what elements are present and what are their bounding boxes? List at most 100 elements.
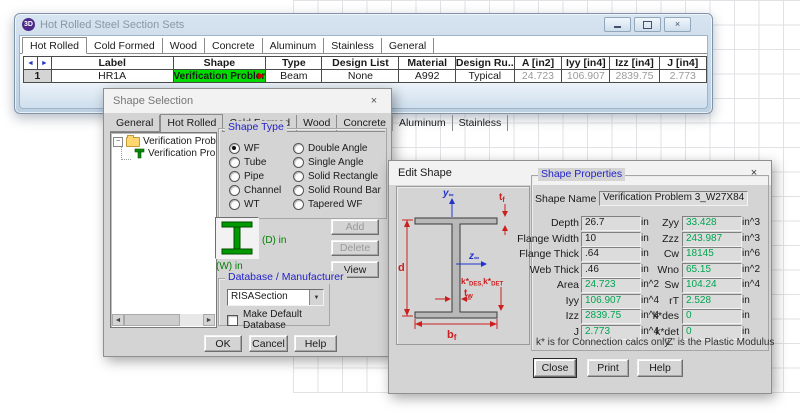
- delete-button[interactable]: Delete: [331, 240, 379, 256]
- close-dialog-button[interactable]: Close: [534, 359, 576, 377]
- tab-stainless[interactable]: Stainless: [324, 38, 382, 53]
- folder-icon: [126, 137, 140, 147]
- cell-material[interactable]: A992: [399, 70, 455, 83]
- radio-wf[interactable]: WF: [229, 143, 260, 154]
- row-number-cell[interactable]: 1: [24, 70, 52, 83]
- ok-button[interactable]: OK: [204, 335, 242, 352]
- cell-shape[interactable]: Verification Probler ▶: [173, 70, 266, 83]
- risa-3d-icon: 3D: [22, 18, 35, 31]
- col-header-design-list[interactable]: Design List: [322, 57, 399, 70]
- cell-type[interactable]: Beam: [266, 70, 322, 83]
- tab-ss-hot-rolled[interactable]: Hot Rolled: [160, 114, 223, 132]
- maximize-button[interactable]: [634, 17, 661, 32]
- maximize-icon: [643, 21, 652, 29]
- radio-pipe[interactable]: Pipe: [229, 171, 264, 182]
- radio-tube[interactable]: Tube: [229, 157, 266, 168]
- record-nav-cell: ◄ ►: [24, 57, 52, 70]
- col-header-a[interactable]: A [in2]: [514, 57, 562, 70]
- cell-design-list[interactable]: None: [322, 70, 399, 83]
- depth-field[interactable]: 26.7: [581, 216, 641, 231]
- iyy-field[interactable]: 106.907: [581, 294, 641, 309]
- shape-name-field[interactable]: Verification Problem 3_W27X84: [599, 191, 748, 206]
- kdes-label: k*des: [641, 310, 679, 322]
- close-button[interactable]: ×: [664, 17, 691, 32]
- record-next-icon[interactable]: ►: [38, 57, 51, 69]
- col-header-izz[interactable]: Izz [in4]: [610, 57, 659, 70]
- col-header-design-rule[interactable]: Design Ru..: [455, 57, 514, 70]
- tab-aluminum[interactable]: Aluminum: [263, 38, 325, 53]
- radio-wf-icon: [229, 143, 240, 154]
- radio-single-angle[interactable]: Single Angle: [293, 157, 364, 168]
- preview-depth-label: (D) in: [262, 235, 286, 246]
- rt-field[interactable]: 2.528: [682, 294, 742, 309]
- shape-properties-label: Shape Properties: [538, 168, 625, 181]
- tab-concrete[interactable]: Concrete: [205, 38, 263, 53]
- print-button[interactable]: Print: [587, 359, 629, 377]
- cell-label[interactable]: HR1A: [51, 70, 173, 83]
- tab-general[interactable]: General: [382, 38, 434, 53]
- make-default-label: Make Default Database: [243, 309, 329, 331]
- help-dialog-button[interactable]: Help: [637, 359, 683, 377]
- col-header-type[interactable]: Type: [266, 57, 322, 70]
- cancel-button[interactable]: Cancel: [249, 335, 288, 352]
- database-group: Database / Manufacturer RISASection ▼ Ma…: [218, 278, 330, 326]
- tree-item-root[interactable]: − Verification Probler: [113, 136, 216, 147]
- radio-wf-label: WF: [244, 143, 260, 154]
- cell-shape-text: Verification Probler: [174, 71, 266, 82]
- help-button[interactable]: Help: [294, 335, 337, 352]
- make-default-checkbox-row[interactable]: Make Default Database: [227, 309, 329, 331]
- izz-field[interactable]: 2839.75: [581, 309, 641, 324]
- shape-expand-icon[interactable]: ▶: [258, 71, 264, 81]
- tree-horizontal-scrollbar[interactable]: ◄ ►: [112, 314, 215, 326]
- record-prev-icon[interactable]: ◄: [24, 57, 38, 69]
- col-header-iyy[interactable]: Iyy [in4]: [562, 57, 610, 70]
- minimize-button[interactable]: [604, 17, 631, 32]
- radio-solid-round-bar[interactable]: Solid Round Bar: [293, 185, 381, 196]
- radio-tapered-wf[interactable]: Tapered WF: [293, 199, 362, 210]
- radio-double-angle-icon: [293, 143, 304, 154]
- col-header-material[interactable]: Material: [399, 57, 455, 70]
- wno-field[interactable]: 65.15: [682, 263, 742, 278]
- col-header-label[interactable]: Label: [51, 57, 173, 70]
- radio-single-angle-label: Single Angle: [308, 157, 364, 168]
- kdes-unit: in: [742, 310, 750, 321]
- tree-root-label: Verification Probler: [143, 136, 217, 147]
- flange-width-field[interactable]: 10: [581, 232, 641, 247]
- tab-ss-general[interactable]: General: [110, 115, 160, 131]
- tab-hot-rolled[interactable]: Hot Rolled: [22, 37, 87, 54]
- dialog-edit-shape: Edit Shape × y∞ z∞ d tf: [388, 160, 772, 394]
- main-titlebar[interactable]: 3D Hot Rolled Steel Section Sets ×: [15, 14, 712, 35]
- web-thick-field[interactable]: .46: [581, 263, 641, 278]
- radio-solid-rectangle[interactable]: Solid Rectangle: [293, 171, 378, 182]
- kdes-field[interactable]: 0: [682, 309, 742, 324]
- col-header-shape[interactable]: Shape: [173, 57, 266, 70]
- zzz-label: Zzz: [641, 233, 679, 245]
- scroll-right-icon[interactable]: ►: [203, 314, 215, 326]
- tab-wood[interactable]: Wood: [163, 38, 205, 53]
- checkbox-icon[interactable]: [227, 315, 238, 326]
- add-button[interactable]: Add: [331, 219, 379, 235]
- database-dropdown[interactable]: RISASection ▼: [227, 289, 324, 306]
- col-header-j[interactable]: J [in4]: [659, 57, 707, 70]
- cell-design-rule[interactable]: Typical: [455, 70, 514, 83]
- flange-thick-label: Flange Thick: [517, 248, 579, 260]
- area-field[interactable]: 24.723: [581, 278, 641, 293]
- chevron-down-icon[interactable]: ▼: [309, 290, 323, 305]
- tab-ss-aluminum[interactable]: Aluminum: [393, 115, 453, 131]
- tab-ss-stainless[interactable]: Stainless: [453, 115, 509, 131]
- cw-field[interactable]: 18145: [682, 247, 742, 262]
- tree-collapse-icon[interactable]: −: [113, 137, 123, 147]
- zzz-field[interactable]: 243.987: [682, 232, 742, 247]
- tree-item-child[interactable]: Verification Pro: [117, 147, 216, 160]
- shape-selection-close-icon[interactable]: ×: [366, 93, 382, 109]
- radio-double-angle[interactable]: Double Angle: [293, 143, 368, 154]
- shape-selection-titlebar[interactable]: Shape Selection ×: [104, 89, 391, 113]
- scroll-left-icon[interactable]: ◄: [112, 314, 124, 326]
- radio-channel[interactable]: Channel: [229, 185, 281, 196]
- scroll-thumb[interactable]: [124, 314, 180, 326]
- flange-thick-field[interactable]: .64: [581, 247, 641, 262]
- tab-cold-formed[interactable]: Cold Formed: [87, 38, 163, 53]
- zyy-field[interactable]: 33.428: [682, 216, 742, 231]
- radio-wt[interactable]: WT: [229, 199, 260, 210]
- sw-field[interactable]: 104.24: [682, 278, 742, 293]
